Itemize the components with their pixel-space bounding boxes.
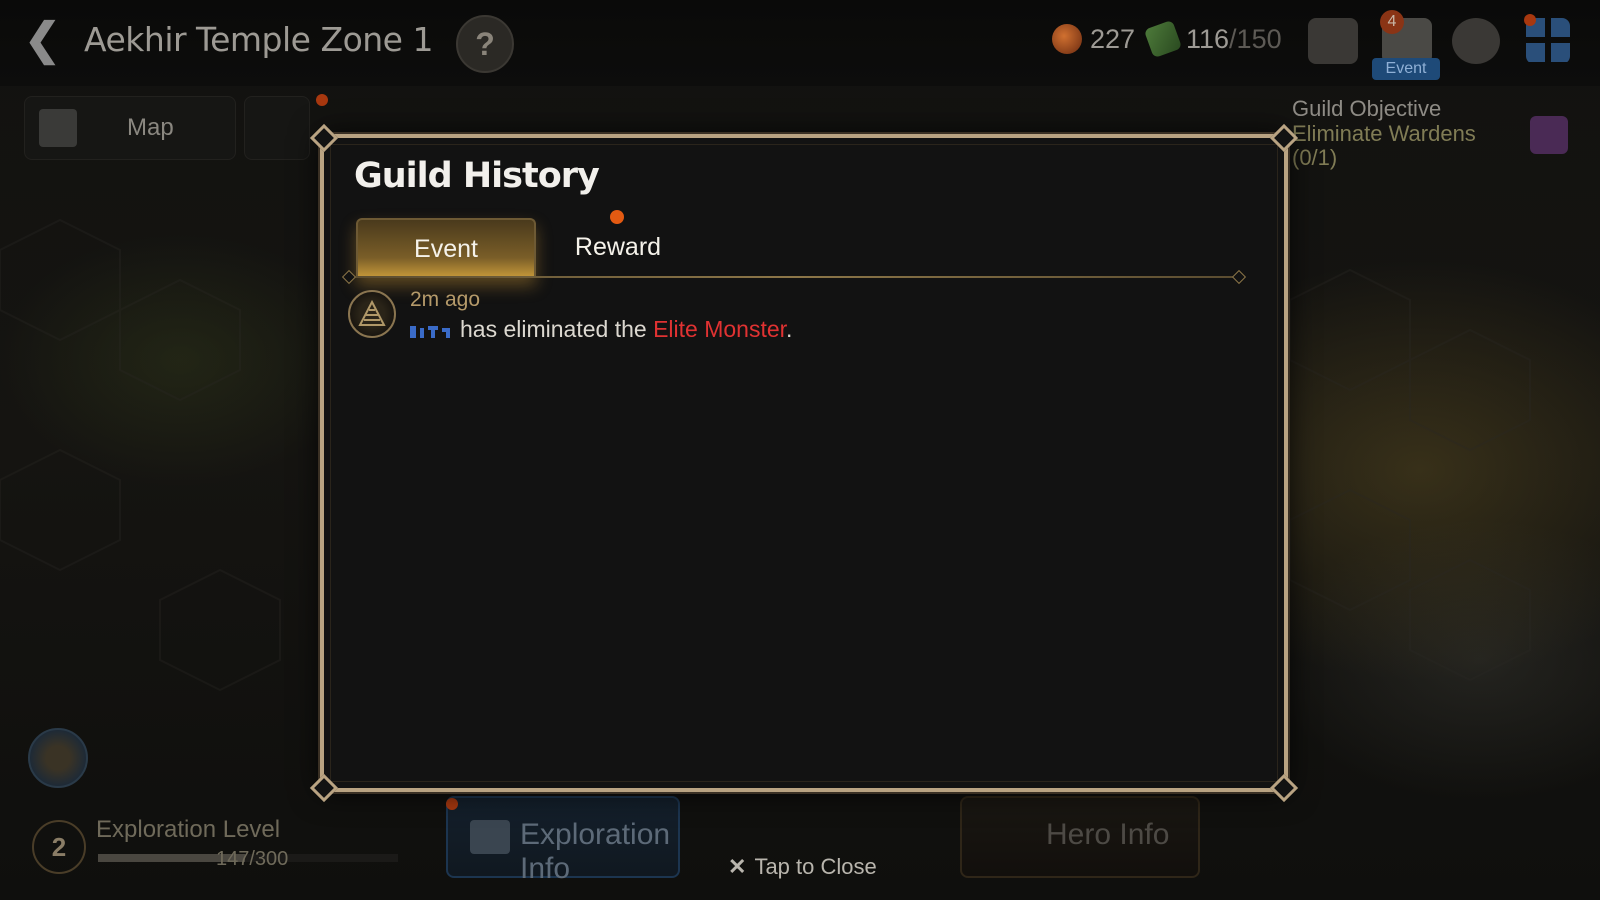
tab-event[interactable]: Event xyxy=(356,218,536,278)
tap-to-close[interactable]: ✕ Tap to Close xyxy=(728,854,877,880)
tab-divider xyxy=(348,276,1238,278)
notification-dot xyxy=(446,798,458,810)
friends-icon[interactable] xyxy=(1308,18,1358,64)
map-button[interactable]: Map xyxy=(24,96,236,160)
notification-dot xyxy=(1524,14,1536,26)
compass-icon[interactable] xyxy=(28,728,88,788)
exploration-currency: 116/150 xyxy=(1143,19,1282,59)
divider-ornament xyxy=(1231,269,1247,285)
hero-info-button[interactable]: Hero Info xyxy=(960,796,1200,878)
entry-message: has eliminated the Elite Monster. xyxy=(410,316,792,343)
guild-battle-button[interactable] xyxy=(244,96,310,160)
guild-history-dialog: Guild History Event Reward 2m ago has el… xyxy=(309,123,1299,803)
entry-timestamp: 2m ago xyxy=(410,288,481,311)
guild-emblem-icon xyxy=(348,290,396,338)
exploration-level-badge: 2 xyxy=(32,820,86,874)
tab-reward[interactable]: Reward xyxy=(530,218,706,276)
entry-text-end: . xyxy=(786,316,793,342)
dialog-title: Guild History xyxy=(354,156,600,196)
chart-icon xyxy=(470,820,510,854)
stamina-icon xyxy=(1052,24,1082,54)
stamina-currency: 227 xyxy=(1052,24,1135,55)
warden-skull-icon xyxy=(1530,116,1568,154)
back-arrow-icon[interactable]: ❮ xyxy=(24,18,68,64)
exploration-level-value: 147/300 xyxy=(216,848,289,870)
exploration-level-label: Exploration Level xyxy=(96,816,281,843)
divider-ornament xyxy=(341,269,357,285)
help-button[interactable]: ? xyxy=(456,15,514,73)
exploration-info-label: Exploration Info xyxy=(520,818,671,885)
hero-info-label: Hero Info xyxy=(1046,818,1170,851)
notification-dot xyxy=(316,94,328,106)
map-icon xyxy=(39,109,77,147)
chat-icon[interactable] xyxy=(1452,18,1500,64)
leaf-token-icon xyxy=(1143,19,1183,59)
entry-text: has eliminated the xyxy=(460,316,654,342)
zone-title: Aekhir Temple Zone 1 xyxy=(84,20,433,59)
history-entry: 2m ago has eliminated the Elite Monster. xyxy=(348,288,1228,350)
exploration-currency-value: 116 xyxy=(1186,24,1230,54)
tap-to-close-label: Tap to Close xyxy=(754,854,877,879)
stamina-value: 227 xyxy=(1090,24,1136,54)
close-icon: ✕ xyxy=(728,854,747,879)
exploration-currency-max: /150 xyxy=(1229,24,1282,54)
entry-highlight: Elite Monster xyxy=(653,316,787,342)
map-label: Map xyxy=(127,114,174,141)
event-ribbon[interactable]: Event xyxy=(1372,58,1440,80)
mail-count-badge: 4 xyxy=(1380,10,1404,34)
exploration-level-panel: 2 Exploration Level 147/300 xyxy=(32,816,412,880)
exploration-info-button[interactable]: Exploration Info xyxy=(446,796,680,885)
reward-notification-dot xyxy=(610,210,624,224)
guild-objective-panel[interactable]: Guild Objective Eliminate Wardens (0/1) xyxy=(1292,96,1582,170)
player-name-glyphs xyxy=(410,324,454,338)
